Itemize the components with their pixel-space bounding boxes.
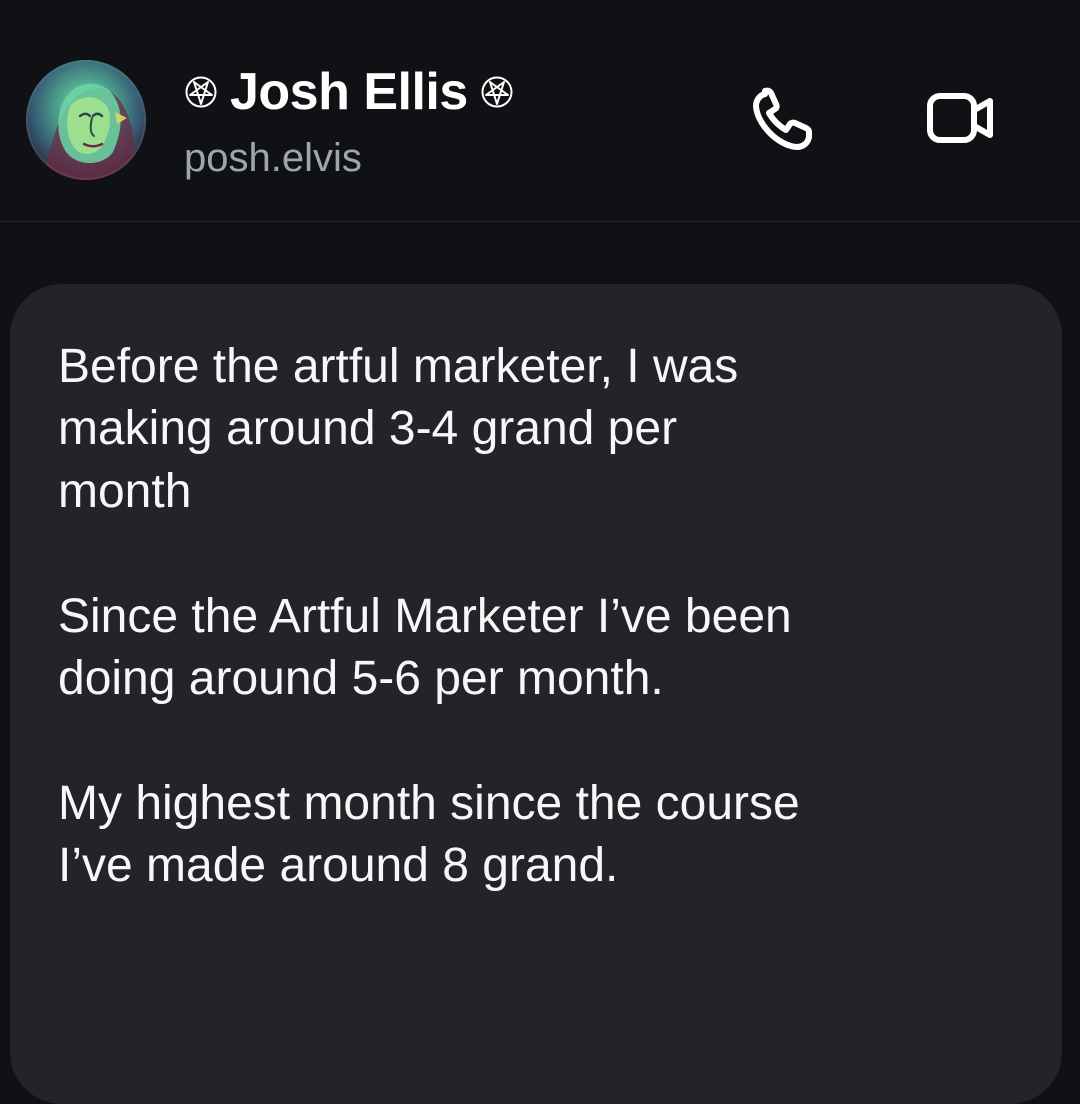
contact-name[interactable]: Josh Ellis bbox=[230, 66, 468, 118]
pentagram-icon bbox=[480, 75, 514, 109]
video-call-button[interactable] bbox=[912, 70, 1008, 166]
profile-avatar[interactable] bbox=[26, 60, 146, 180]
contact-name-row: Josh Ellis bbox=[184, 62, 514, 122]
phone-icon bbox=[753, 87, 812, 150]
message-text: Before the artful marketer, I was making… bbox=[58, 340, 800, 893]
pentagram-icon bbox=[184, 75, 218, 109]
contact-username[interactable]: posh.elvis bbox=[184, 138, 362, 178]
call-button[interactable] bbox=[736, 70, 832, 166]
message-bubble: Before the artful marketer, I was making… bbox=[10, 284, 1062, 1104]
video-camera-icon bbox=[927, 93, 993, 143]
chat-header: Josh Ellis posh.elvis bbox=[0, 0, 1080, 222]
